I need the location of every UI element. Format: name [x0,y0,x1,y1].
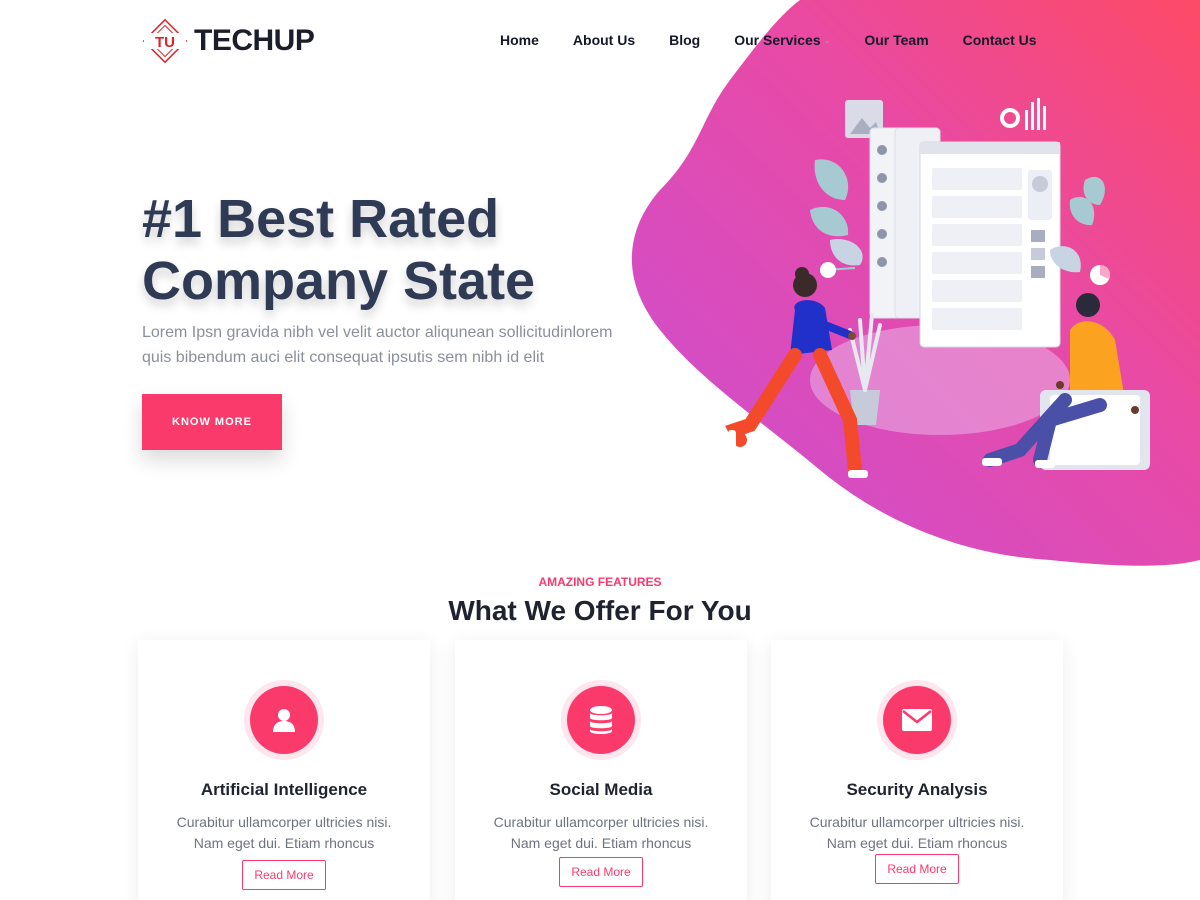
brand-name: TECHUP [194,24,315,57]
nav-about-us[interactable]: About Us [573,32,635,48]
nav-our-team[interactable]: Our Team [864,32,928,48]
nav-blog[interactable]: Blog [669,32,700,48]
card-text-line: Curabitur ullamcorper ultricies nisi. [809,814,1025,830]
feature-card-security-analysis: Security Analysis Curabitur ullamcorper … [771,640,1063,900]
envelope-icon [883,686,951,754]
logo-mark-icon: TU [140,14,190,68]
nav-label: Our Team [864,32,929,48]
card-text-line: Nam eget dui. Etiam rhoncus [193,835,375,851]
feature-card-social-media: Social Media Curabitur ullamcorper ultri… [455,640,747,900]
chevron-down-icon: ⌄ [823,35,831,45]
nav-label: Blog [669,32,701,48]
hero-description-line: Lorem Ipsn gravida nibh vel velit auctor… [142,324,613,341]
user-icon [250,686,318,754]
nav-label: About Us [572,32,636,48]
nav-label: Home [500,32,539,48]
hero-illustration [725,98,1150,478]
read-more-button[interactable]: Read More [242,860,326,890]
know-more-button[interactable]: KNOW MORE [142,394,282,450]
brand-logo[interactable]: TU TECHUP [140,14,315,68]
hero-title-line: #1 Best Rated [142,189,500,249]
features-eyebrow: AMAZING FEATURES [538,575,662,589]
svg-text:TU: TU [155,34,175,51]
card-text-line: Nam eget dui. Etiam rhoncus [826,835,1008,851]
nav-contact-us[interactable]: Contact Us [963,32,1037,48]
read-more-button[interactable]: Read More [875,854,959,884]
main-nav: Home About Us Blog Our Services ⌄ Our Tea… [500,32,1071,48]
hero-title: #1 Best Rated Company State [142,188,535,312]
hero-description-line: quis bibendum auci elit consequat ipsuti… [142,349,545,366]
card-text: Curabitur ullamcorper ultricies nisi. Nam… [485,812,717,854]
nav-our-services[interactable]: Our Services ⌄ [734,32,830,48]
card-title: Security Analysis [846,780,988,799]
card-text-line: Curabitur ullamcorper ultricies nisi. [493,814,709,830]
hero-title-line: Company State [142,251,536,311]
features-title: What We Offer For You [448,595,752,626]
hero-description: Lorem Ipsn gravida nibh vel velit auctor… [142,320,662,370]
database-icon [567,686,635,754]
card-title: Social Media [549,780,653,799]
nav-label: Our Services [734,32,821,48]
card-title: Artificial Intelligence [200,780,368,799]
nav-home[interactable]: Home [500,32,539,48]
card-text-line: Nam eget dui. Etiam rhoncus [510,835,692,851]
card-text: Curabitur ullamcorper ultricies nisi. Nam… [168,812,400,854]
card-text: Curabitur ullamcorper ultricies nisi. Nam… [801,812,1033,854]
read-more-button[interactable]: Read More [559,857,643,887]
card-text-line: Curabitur ullamcorper ultricies nisi. [176,814,392,830]
feature-card-ai: Artificial Intelligence Curabitur ullamc… [138,640,430,900]
nav-label: Contact Us [962,32,1037,48]
